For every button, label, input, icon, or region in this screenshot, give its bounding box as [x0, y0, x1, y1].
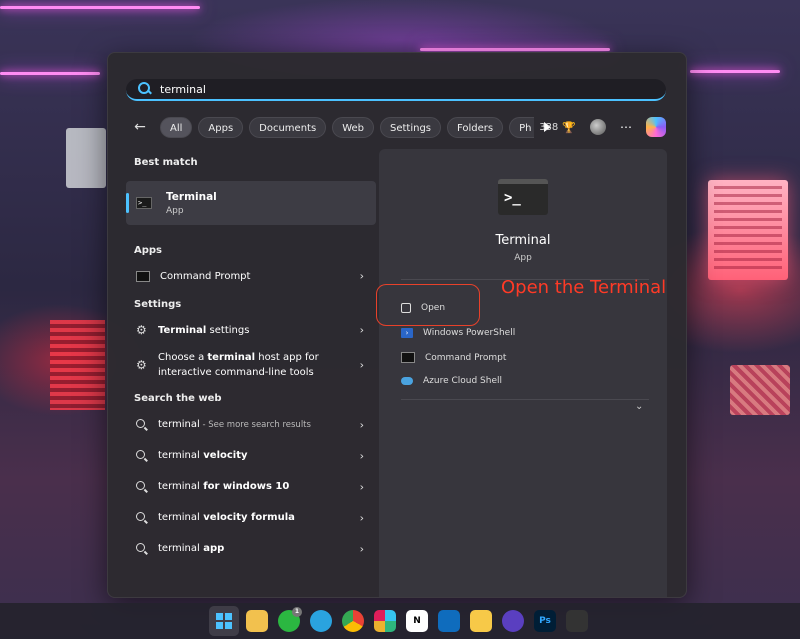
back-arrow-icon[interactable]: ←	[130, 117, 150, 137]
windows-start-icon[interactable]	[209, 606, 239, 636]
notion-icon[interactable]: N	[406, 610, 428, 632]
best-match-title: Terminal	[166, 190, 217, 203]
web-result[interactable]: terminal app ›	[126, 533, 376, 564]
search-icon	[136, 80, 154, 98]
slack-icon[interactable]	[374, 610, 396, 632]
azure-cloud-icon	[401, 377, 413, 385]
detail-type: App	[514, 253, 532, 263]
chevron-right-icon[interactable]: ›	[360, 359, 364, 372]
filter-documents[interactable]: Documents	[249, 116, 327, 138]
web-result[interactable]: terminal - See more search results ›	[126, 409, 376, 440]
best-match-heading: Best match	[134, 157, 198, 168]
crate	[730, 365, 790, 415]
notification-badge: 1	[292, 607, 302, 617]
chevron-down-icon[interactable]: ⌄	[635, 401, 643, 412]
command-prompt-icon	[401, 352, 415, 363]
rewards-points: 338	[539, 121, 559, 133]
whatsapp-icon[interactable]: 1	[278, 607, 302, 632]
results-list: Best match >_ Terminal App Apps Command …	[126, 153, 376, 564]
setting-result-host-app[interactable]: ⚙ Choose a terminal host app for interac…	[126, 345, 376, 385]
chevron-right-icon[interactable]: ›	[360, 480, 364, 493]
filter-bar: ← All Apps Documents Web Settings Folder…	[130, 115, 551, 139]
best-match-item[interactable]: >_ Terminal App	[126, 181, 376, 225]
result-label: terminal velocity	[158, 450, 248, 461]
notes-icon[interactable]	[470, 610, 492, 632]
annotation-text: Open the Terminal	[501, 277, 667, 298]
web-result[interactable]: terminal velocity ›	[126, 440, 376, 471]
chrome-icon[interactable]	[342, 610, 364, 632]
app-result-command-prompt[interactable]: Command Prompt ›	[126, 261, 376, 291]
neon-light	[690, 70, 780, 73]
search-icon	[136, 480, 148, 493]
chevron-right-icon[interactable]: ›	[360, 511, 364, 524]
command-prompt-icon	[136, 270, 150, 282]
detail-pane: >_ Terminal App Open › Windows PowerShel…	[379, 149, 667, 597]
search-icon	[136, 542, 148, 555]
divider	[401, 399, 649, 400]
neon-light	[0, 6, 200, 9]
filter-web[interactable]: Web	[332, 116, 374, 138]
result-label: terminal velocity formula	[158, 512, 295, 523]
result-label: terminal app	[158, 543, 225, 554]
search-web-heading: Search the web	[134, 393, 222, 404]
taskbar: 1 N Ps	[0, 603, 800, 639]
powershell-icon: ›	[401, 328, 413, 338]
action-label: Command Prompt	[425, 352, 507, 363]
file-explorer-icon[interactable]	[246, 610, 268, 632]
search-icon	[136, 511, 148, 524]
shop-sign-lines	[714, 186, 782, 274]
result-label: terminal for windows 10	[158, 481, 290, 492]
search-icon	[136, 449, 148, 462]
outlook-icon[interactable]	[438, 610, 460, 632]
trophy-icon[interactable]: 🏆	[562, 121, 576, 134]
result-label: Terminal settings	[158, 324, 250, 336]
action-azure-cloud-shell[interactable]: Azure Cloud Shell	[401, 376, 502, 386]
action-command-prompt[interactable]: Command Prompt	[401, 352, 506, 363]
settings-heading: Settings	[134, 299, 182, 310]
result-label: Command Prompt	[160, 270, 251, 282]
neon-light	[0, 72, 100, 75]
davinci-icon[interactable]	[566, 610, 588, 632]
action-label: Azure Cloud Shell	[423, 376, 503, 386]
result-label: Choose a terminal host app for interacti…	[158, 352, 319, 378]
browser-icon[interactable]	[502, 610, 524, 632]
terminal-icon: >_	[136, 197, 152, 209]
neon-light	[420, 48, 610, 51]
profile-icon[interactable]	[590, 119, 606, 135]
filter-apps[interactable]: Apps	[198, 116, 244, 138]
telegram-icon[interactable]	[310, 610, 332, 632]
neon-window	[50, 320, 105, 410]
action-label: Windows PowerShell	[423, 328, 516, 338]
terminal-app-icon: >_	[498, 179, 548, 215]
chevron-right-icon[interactable]: ›	[360, 449, 364, 462]
detail-title: Terminal	[495, 233, 551, 248]
chevron-right-icon[interactable]: ›	[360, 324, 364, 337]
chevron-right-icon[interactable]: ›	[360, 270, 364, 283]
search-input[interactable]	[158, 81, 642, 97]
chevron-right-icon[interactable]: ›	[360, 418, 364, 431]
air-conditioner	[66, 128, 106, 188]
search-icon	[136, 418, 148, 431]
annotation-highlight-box	[376, 284, 480, 326]
setting-result-terminal-settings[interactable]: ⚙ Terminal settings ›	[126, 315, 376, 345]
best-match-subtitle: App	[166, 205, 184, 216]
settings-sliders-icon: ⚙	[136, 323, 147, 337]
settings-sliders-icon: ⚙	[136, 358, 147, 372]
filter-settings[interactable]: Settings	[380, 116, 442, 138]
action-windows-powershell[interactable]: › Windows PowerShell	[401, 328, 515, 338]
chevron-right-icon[interactable]: ›	[360, 542, 364, 555]
filter-photos[interactable]: Ph	[509, 116, 534, 138]
result-label: terminal - See more search results	[158, 418, 311, 430]
more-options-icon[interactable]: ⋯	[620, 120, 632, 134]
photoshop-icon[interactable]: Ps	[534, 610, 556, 632]
filter-folders[interactable]: Folders	[447, 116, 504, 138]
search-box[interactable]	[126, 79, 666, 101]
toolbar-right: 338 🏆 ⋯	[539, 117, 666, 137]
apps-heading: Apps	[134, 245, 163, 256]
web-result[interactable]: terminal velocity formula ›	[126, 502, 376, 533]
copilot-icon[interactable]	[646, 117, 666, 137]
filter-all[interactable]: All	[160, 116, 193, 138]
web-result[interactable]: terminal for windows 10 ›	[126, 471, 376, 502]
